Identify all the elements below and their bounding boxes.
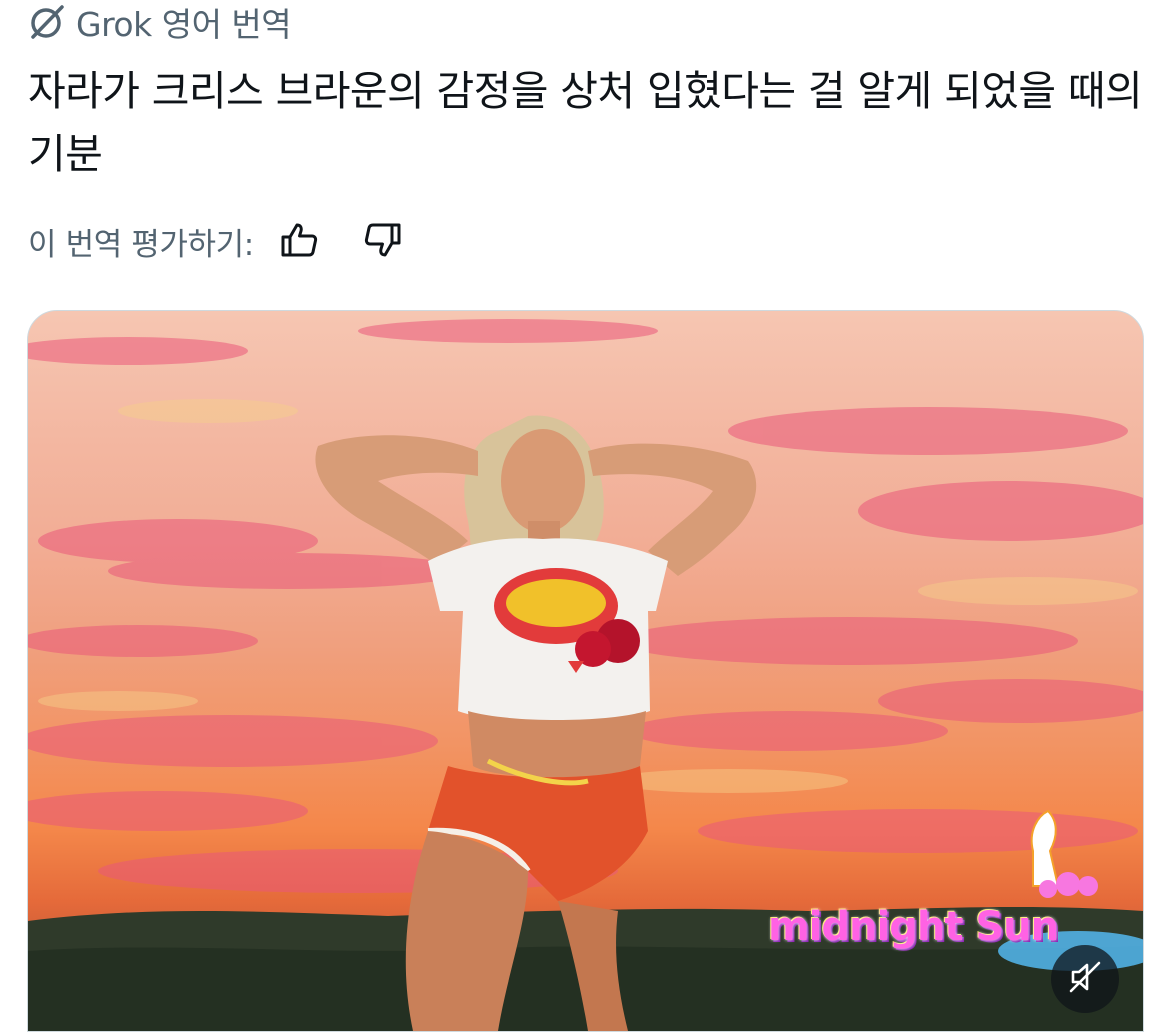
video-overlay-logo: midnight Sun bbox=[768, 896, 1098, 976]
unmute-button[interactable] bbox=[1051, 945, 1119, 1013]
thumbs-up-icon bbox=[279, 220, 319, 263]
video-player[interactable]: midnight Sun bbox=[27, 310, 1144, 1032]
translation-rating: 이 번역 평가하기: bbox=[28, 214, 406, 268]
translation-header: Grok 영어 번역 bbox=[28, 0, 292, 44]
thumbs-down-button[interactable] bbox=[360, 218, 406, 264]
grok-logo-icon bbox=[28, 3, 66, 41]
post-translated-text: 자라가 크리스 브라운의 감정을 상처 입혔다는 걸 알게 되었을 때의 기분 bbox=[28, 67, 1143, 178]
rating-prompt: 이 번역 평가하기: bbox=[28, 226, 254, 263]
translation-provider-label: Grok 영어 번역 bbox=[76, 5, 292, 44]
video-overlay-logo-text: midnight Sun bbox=[768, 904, 1059, 950]
muted-speaker-icon bbox=[1067, 959, 1103, 999]
thumbs-up-button[interactable] bbox=[276, 218, 322, 264]
thumbs-down-icon bbox=[363, 220, 403, 263]
